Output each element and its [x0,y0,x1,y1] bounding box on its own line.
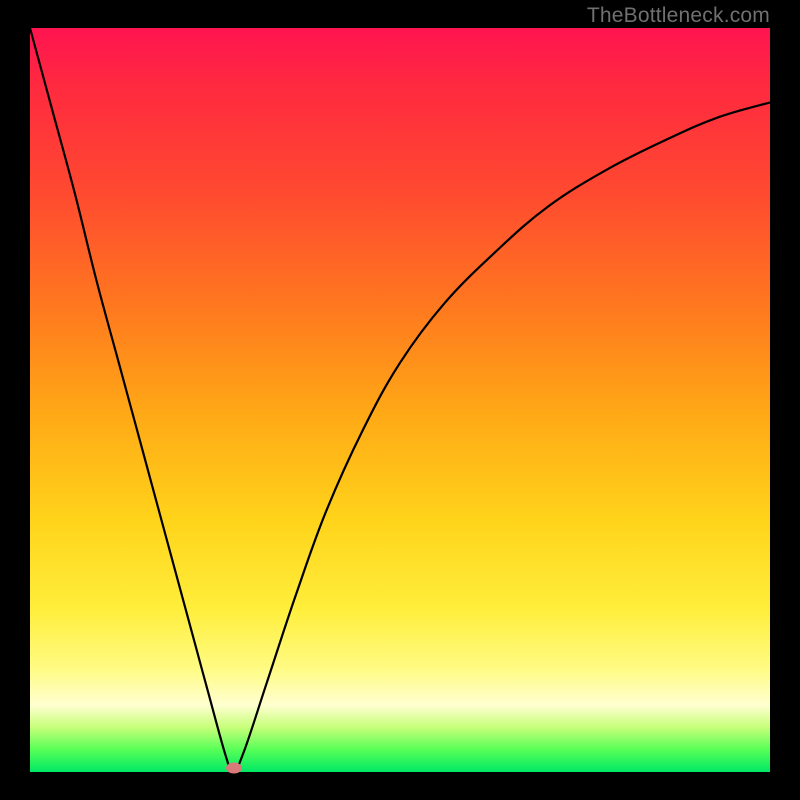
curve-path [30,28,770,772]
plot-area [30,28,770,772]
bottleneck-curve [30,28,770,772]
minimum-marker [226,762,242,773]
watermark-text: TheBottleneck.com [587,4,770,28]
chart-frame: TheBottleneck.com [0,0,800,800]
